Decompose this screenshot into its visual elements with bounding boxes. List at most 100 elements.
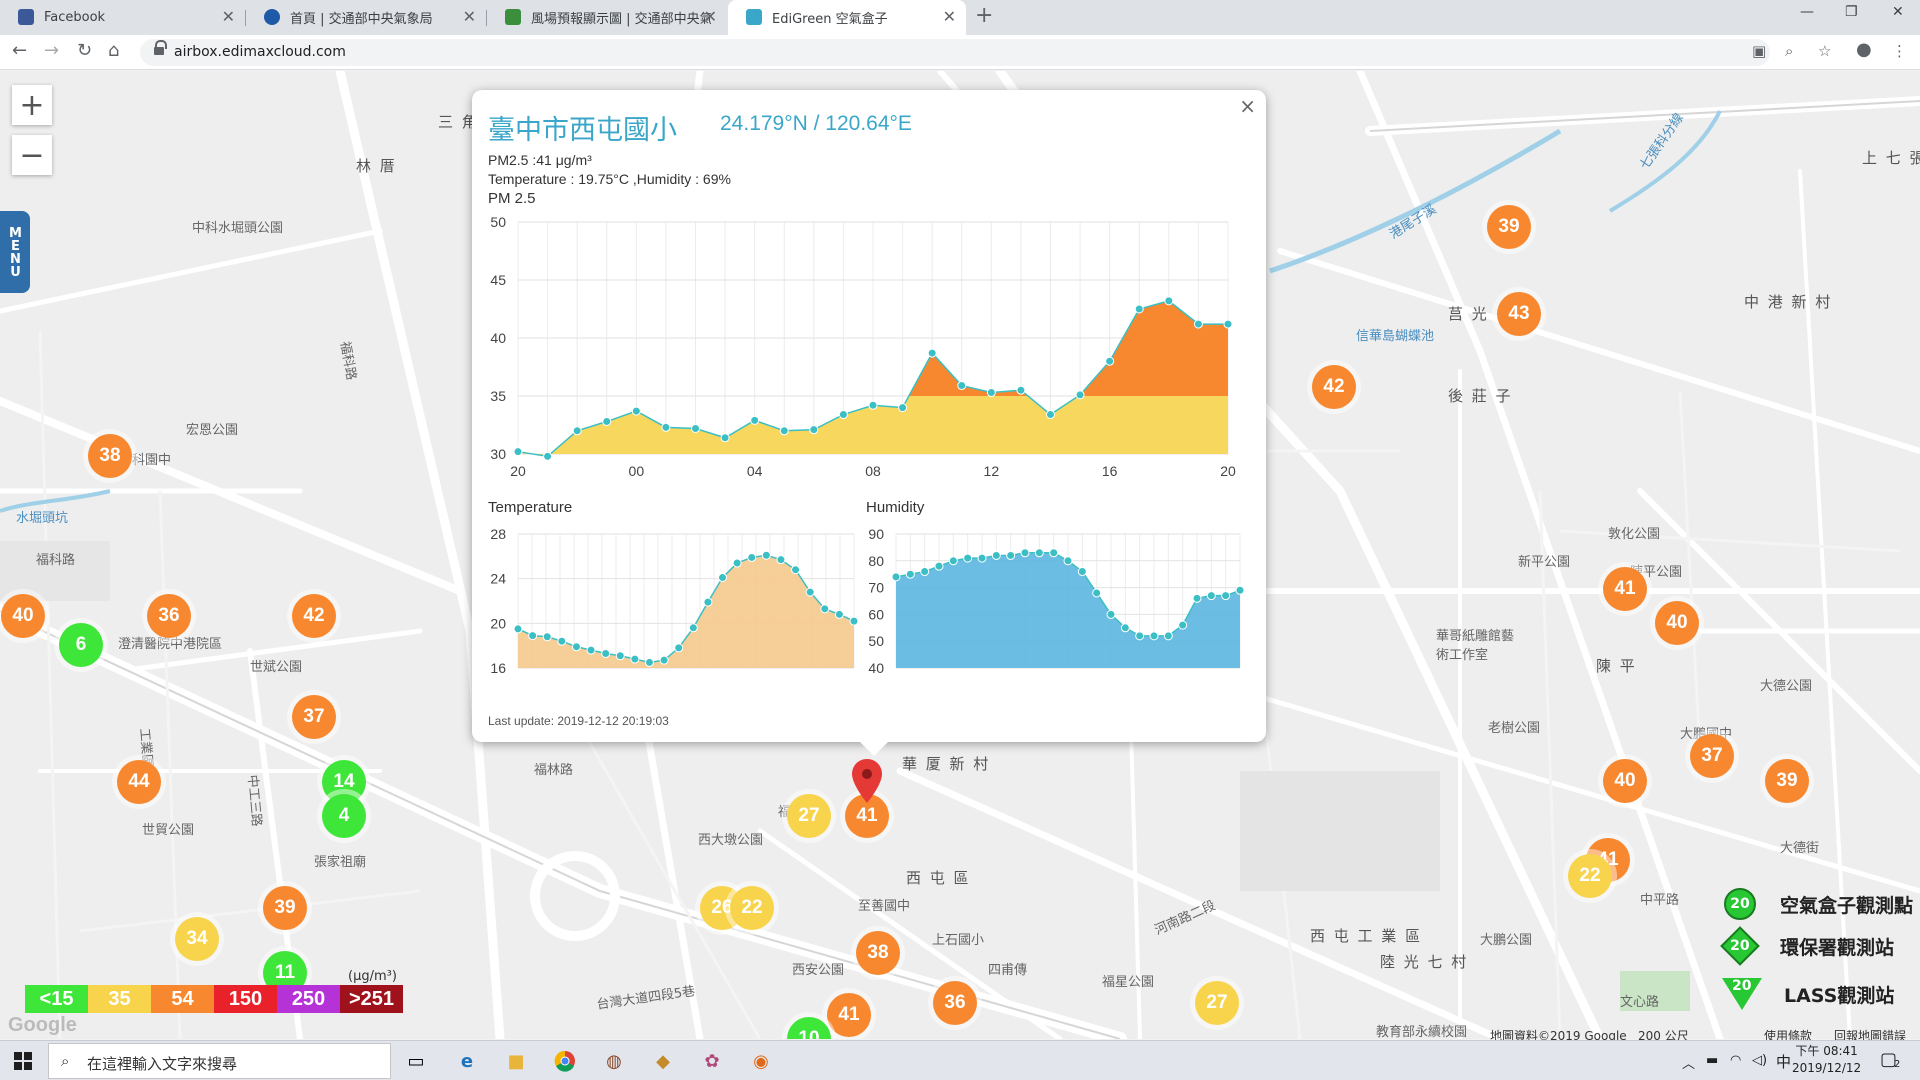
more-menu-icon[interactable]: ⋮ <box>1892 42 1907 60</box>
data-point <box>542 632 552 642</box>
taskbar-clock[interactable]: 下午 08:41 2019/12/12 <box>1792 1043 1861 1077</box>
y-tick-label: 16 <box>490 660 506 676</box>
chrome-icon[interactable] <box>553 1049 577 1073</box>
airbox-marker[interactable]: 39 <box>263 886 307 930</box>
volume-icon[interactable]: ◁) <box>1752 1053 1767 1068</box>
y-tick-label: 45 <box>490 272 506 288</box>
data-point <box>750 415 760 425</box>
y-tick-label: 80 <box>868 553 884 569</box>
app-icon[interactable]: ◆ <box>651 1049 675 1073</box>
airbox-marker[interactable]: 4 <box>322 794 366 838</box>
place-label: 教育部永續校園 <box>1376 1025 1468 1039</box>
tab-wind-forecast[interactable]: 風場預報顯示圖 | 交通部中央氣 ✕ <box>487 0 727 35</box>
place-label: 西大墩公園 <box>698 833 764 848</box>
data-point <box>1106 609 1116 619</box>
close-icon[interactable]: ✕ <box>704 7 717 26</box>
airbox-marker[interactable]: 22 <box>730 886 774 930</box>
data-point <box>572 426 582 436</box>
airbox-marker[interactable]: 36 <box>933 981 977 1025</box>
file-explorer-icon[interactable]: ■ <box>504 1049 528 1073</box>
close-icon[interactable]: ✕ <box>463 7 476 26</box>
menu-button[interactable]: MENU <box>0 211 30 293</box>
airbox-marker[interactable]: 34 <box>175 917 219 961</box>
data-point <box>720 433 730 443</box>
legend-epa-row[interactable]: 20 環保署觀測站 <box>1720 926 1894 966</box>
airbox-marker[interactable]: 39 <box>1487 205 1531 249</box>
windows-start-icon[interactable] <box>14 1052 32 1070</box>
airbox-marker[interactable]: 37 <box>292 695 336 739</box>
airbox-marker[interactable]: 42 <box>1312 365 1356 409</box>
x-tick-label: 12 <box>984 463 1000 479</box>
tab-facebook[interactable]: Facebook ✕ <box>0 0 245 35</box>
zoom-icon[interactable]: ⌕ <box>1785 42 1793 60</box>
airbox-marker[interactable]: 44 <box>117 760 161 804</box>
edge-icon[interactable]: e <box>455 1049 479 1073</box>
home-icon[interactable]: ⌂ <box>108 40 119 61</box>
data-point <box>1049 548 1059 558</box>
close-icon[interactable]: ✕ <box>943 7 956 26</box>
data-point <box>631 406 641 416</box>
back-arrow-icon[interactable]: ← <box>12 40 27 61</box>
airbox-marker[interactable]: 40 <box>1 594 45 638</box>
airbox-marker[interactable]: 6 <box>59 623 103 667</box>
window-close-icon[interactable]: ✕ <box>1892 4 1904 20</box>
place-label: 上 七 張 <box>1862 149 1920 167</box>
app-icon[interactable]: ◉ <box>749 1049 773 1073</box>
app-icon[interactable]: ✿ <box>700 1049 724 1073</box>
airbox-marker[interactable]: 42 <box>292 594 336 638</box>
airbox-marker[interactable]: 40 <box>1603 759 1647 803</box>
close-icon[interactable]: ✕ <box>222 7 235 26</box>
data-point <box>659 655 669 665</box>
restore-icon[interactable]: ❐ <box>1845 4 1858 20</box>
y-tick-label: 28 <box>490 526 506 542</box>
airbox-marker[interactable]: 36 <box>147 594 191 638</box>
airbox-marker[interactable]: 37 <box>1690 734 1734 778</box>
popup-charts: 30 35 40 45 50 20 00 04 08 12 16 20 16 20 24 28 40 50 60 70… <box>490 214 1245 676</box>
minimize-icon[interactable]: — <box>1800 4 1814 20</box>
facebook-icon <box>18 9 34 25</box>
x-tick-label: 08 <box>865 463 881 479</box>
legend-cell: 250 <box>277 985 340 1013</box>
airbox-marker[interactable]: 27 <box>787 794 831 838</box>
tray-expand-icon[interactable]: ︿ <box>1682 1053 1695 1072</box>
data-point <box>1223 319 1233 329</box>
ime-indicator[interactable]: 中 <box>1776 1051 1791 1072</box>
airbox-marker[interactable]: 43 <box>1497 292 1541 336</box>
airbox-marker[interactable]: 41 <box>827 993 871 1037</box>
data-point <box>920 567 930 577</box>
url-text[interactable]: airbox.edimaxcloud.com <box>174 44 346 60</box>
new-tab-icon[interactable]: + <box>975 3 993 28</box>
app-icon[interactable]: ◍ <box>602 1049 626 1073</box>
airbox-marker[interactable]: 38 <box>856 931 900 975</box>
translate-icon[interactable]: ▣ <box>1752 42 1766 60</box>
legend-lass-row[interactable]: 20 LASS觀測站 <box>1722 978 1894 1010</box>
bookmark-star-icon[interactable]: ☆ <box>1818 42 1831 60</box>
legend-airbox-row[interactable]: 20 空氣盒子觀測點 <box>1724 888 1913 920</box>
x-tick-label: 20 <box>510 463 526 479</box>
data-point <box>934 561 944 571</box>
airbox-marker[interactable]: 38 <box>88 434 132 478</box>
reload-icon[interactable]: ↻ <box>77 40 92 61</box>
airbox-marker[interactable]: 40 <box>1655 601 1699 645</box>
battery-icon[interactable]: ▬ <box>1706 1053 1718 1068</box>
airbox-marker[interactable]: 41 <box>1603 567 1647 611</box>
airbox-marker[interactable]: 39 <box>1765 759 1809 803</box>
tab-cwb[interactable]: 首頁 | 交通部中央氣象局 ✕ <box>246 0 486 35</box>
tab-edigreen[interactable]: EdiGreen 空氣盒子 ✕ <box>728 0 966 35</box>
data-point <box>977 553 987 563</box>
epa-diamond-icon: 20 <box>1720 926 1760 966</box>
location-pin-icon[interactable] <box>852 759 882 803</box>
task-view-icon[interactable]: ▭ <box>404 1049 428 1073</box>
tab-label: 首頁 | 交通部中央氣象局 <box>290 12 433 27</box>
airbox-marker[interactable]: 22 <box>1568 854 1612 898</box>
taskbar-search-input[interactable]: ⌕ 在這裡輸入文字來搜尋 <box>48 1043 391 1079</box>
zoom-out-button[interactable]: − <box>12 135 52 175</box>
zoom-in-button[interactable]: + <box>12 85 52 125</box>
airbox-marker[interactable]: 27 <box>1195 981 1239 1025</box>
address-bar[interactable]: airbox.edimaxcloud.com <box>140 39 1770 66</box>
data-point <box>571 642 581 652</box>
data-point <box>1063 556 1073 566</box>
profile-icon[interactable]: ● <box>1856 39 1872 60</box>
forward-arrow-icon[interactable]: → <box>44 40 59 61</box>
wifi-icon[interactable]: ◠ <box>1730 1053 1741 1068</box>
